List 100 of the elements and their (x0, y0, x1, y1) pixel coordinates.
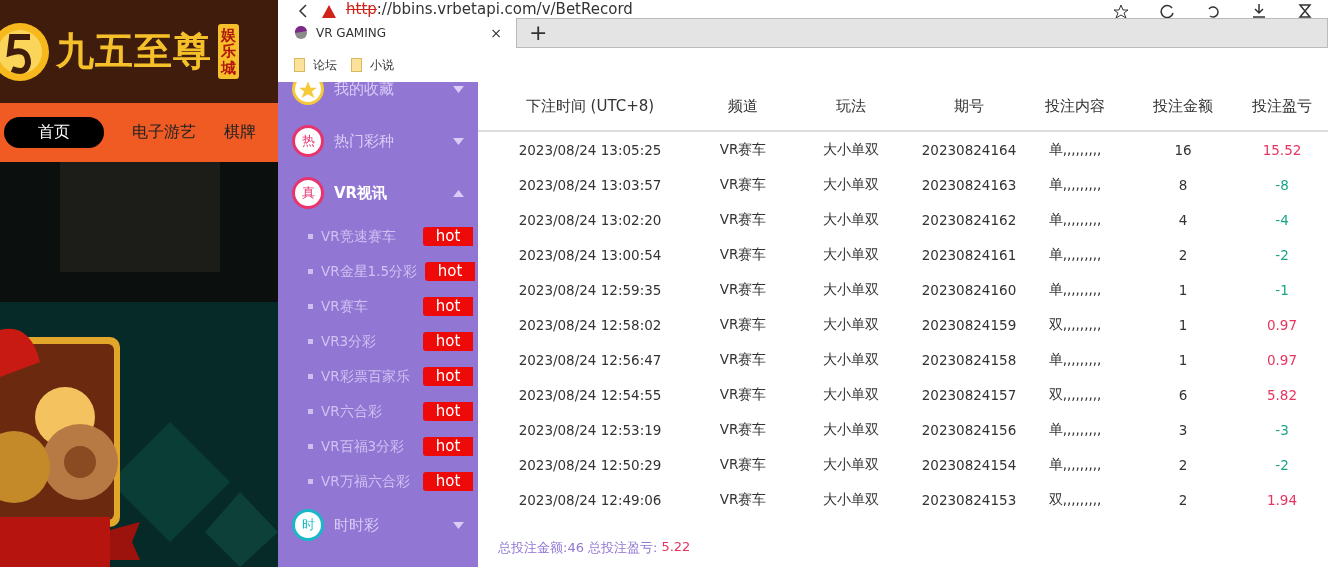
table-cell-text: -2 (1274, 245, 1290, 265)
download-icon[interactable] (1252, 4, 1266, 18)
column-header: 频道 (702, 82, 784, 132)
table-cell-text: 20230824161 (920, 245, 1018, 265)
menu-item[interactable]: VR万福六合彩 (321, 472, 415, 491)
table-cell-text: 20230824156 (920, 420, 1018, 440)
table-cell-text: -8 (1274, 175, 1290, 195)
table-cell-text: 双,,,,,,,,, (1047, 489, 1103, 509)
table-cell-text: 0.97 (1265, 315, 1299, 335)
star-icon[interactable] (1114, 4, 1128, 18)
table-cell-text: 1 (1177, 350, 1189, 370)
table-cell-text: -4 (1274, 210, 1290, 230)
table-cell-text: 1 (1177, 280, 1189, 300)
table-cell-text: 8 (1177, 175, 1189, 195)
table-cell-text: -2 (1274, 455, 1290, 475)
menu-item[interactable]: VR百福3分彩 (321, 437, 415, 456)
table-cell-text: 1 (1177, 315, 1189, 335)
hourglass-icon[interactable] (1298, 4, 1312, 18)
table-cell-text: 2 (1177, 245, 1189, 265)
table-cell-text: 单,,,,,,,,, (1047, 244, 1103, 264)
close-button[interactable]: × (490, 25, 502, 41)
table-cell-text: VR赛车 (718, 489, 768, 509)
menu-group[interactable]: 时 时时彩 (278, 499, 478, 551)
group-badge: 真 (292, 177, 324, 209)
summary-label: 总投注金额:46 总投注盈亏: (498, 539, 658, 557)
menu-item[interactable]: VR金星1.5分彩 (321, 262, 418, 281)
table-cell-text: 大小单双 (822, 454, 880, 474)
undo-icon[interactable] (1206, 4, 1220, 18)
logo-text: 九五至尊 (56, 27, 212, 75)
bullet-icon (308, 234, 313, 239)
table-cell-text: 单,,,,,,,,, (1047, 174, 1103, 194)
table-cell-text: 2023/08/24 12:50:29 (517, 455, 663, 475)
table-cell-text: 双,,,,,,,,, (1047, 384, 1103, 404)
table-cell-text: -1 (1274, 280, 1290, 300)
table-cell-text: 单,,,,,,,,, (1047, 209, 1103, 229)
table-cell-text: VR赛车 (718, 349, 768, 369)
hot-tag: hot (423, 402, 473, 421)
table-cell-text: 5.82 (1265, 385, 1299, 405)
table-cell-text: 大小单双 (822, 279, 880, 299)
nav-tab[interactable]: 首页 (4, 117, 104, 148)
table-cell-text: 20230824163 (920, 175, 1018, 195)
caret-icon (453, 137, 464, 145)
address-text[interactable]: http://bbins.vrbetapi.com/v/BetRecord (346, 0, 633, 18)
table-cell-text: VR赛车 (718, 209, 768, 229)
hot-tag: hot (423, 367, 473, 386)
column-header: 投注金额 (1130, 82, 1236, 132)
group-badge: 时 (292, 509, 324, 541)
table-cell-text: 1.94 (1265, 490, 1299, 510)
column-header: 下注时间 (UTC+8) (478, 82, 702, 132)
bullet-icon (308, 444, 313, 449)
folder-icon (351, 58, 362, 72)
table-cell-text: 双,,,,,,,,, (1047, 314, 1103, 334)
bookmark[interactable]: 小说 (351, 56, 394, 74)
table-cell-text: 20230824153 (920, 490, 1018, 510)
nav-tab[interactable]: 电子游艺 (132, 117, 196, 148)
refresh-icon[interactable] (1160, 4, 1174, 18)
menu-item[interactable]: VR六合彩 (321, 402, 415, 421)
menu-item[interactable]: VR彩票百家乐 (321, 367, 415, 386)
bullet-icon (308, 374, 313, 379)
column-header: 投注内容 (1020, 82, 1130, 132)
table-cell-text: 20230824158 (920, 350, 1018, 370)
browser-tab[interactable]: VR GAMING (316, 26, 483, 40)
menu-group[interactable]: 真 VR视讯 (278, 167, 478, 219)
table-cell-text: VR赛车 (718, 454, 768, 474)
table-cell-text: 15.52 (1261, 140, 1303, 160)
menu-item[interactable]: VR3分彩 (321, 332, 415, 351)
summary-value: 5.22 (661, 539, 691, 556)
group-badge: 热 (292, 125, 324, 157)
column-header: 投注盈亏 (1236, 82, 1328, 132)
table-cell-text: 20230824159 (920, 315, 1018, 335)
table-cell-text: 2023/08/24 13:02:20 (517, 210, 663, 230)
hot-tag: hot (423, 437, 473, 456)
table-cell-text: 16 (1173, 140, 1193, 160)
table-cell-text: 2023/08/24 12:58:02 (517, 315, 663, 335)
table-cell-text: 大小单双 (822, 139, 880, 159)
column-header: 期号 (918, 82, 1020, 132)
bullet-icon (308, 269, 313, 274)
new-tab-button[interactable]: + (525, 22, 552, 44)
table-cell-text: 大小单双 (822, 209, 880, 229)
table-cell-text: 大小单双 (822, 174, 880, 194)
hot-tag: hot (423, 227, 473, 246)
menu-item[interactable]: VR竞速赛车 (321, 227, 415, 246)
table-cell-text: VR赛车 (718, 419, 768, 439)
table-cell-text: VR赛车 (718, 384, 768, 404)
table-cell-text: 6 (1177, 385, 1189, 405)
menu-group[interactable]: 热 热门彩种 (278, 115, 478, 167)
bookmark[interactable]: 论坛 (294, 56, 337, 74)
table-cell-text: 大小单双 (822, 384, 880, 404)
menu-item[interactable]: VR赛车 (321, 297, 415, 316)
nav-tab[interactable]: 棋牌 (224, 117, 256, 148)
caret-icon (453, 521, 464, 529)
table-cell-text: 20230824154 (920, 455, 1018, 475)
table-cell-text: 4 (1177, 210, 1189, 230)
folder-icon (294, 58, 305, 72)
table-cell-text: VR赛车 (718, 139, 768, 159)
table-cell-text: 大小单双 (822, 244, 880, 264)
hot-tag: hot (423, 332, 473, 351)
table-cell-text: 单,,,,,,,,, (1047, 279, 1103, 299)
table-cell-text: 单,,,,,,,,, (1047, 419, 1103, 439)
table-cell-text: 大小单双 (822, 419, 880, 439)
